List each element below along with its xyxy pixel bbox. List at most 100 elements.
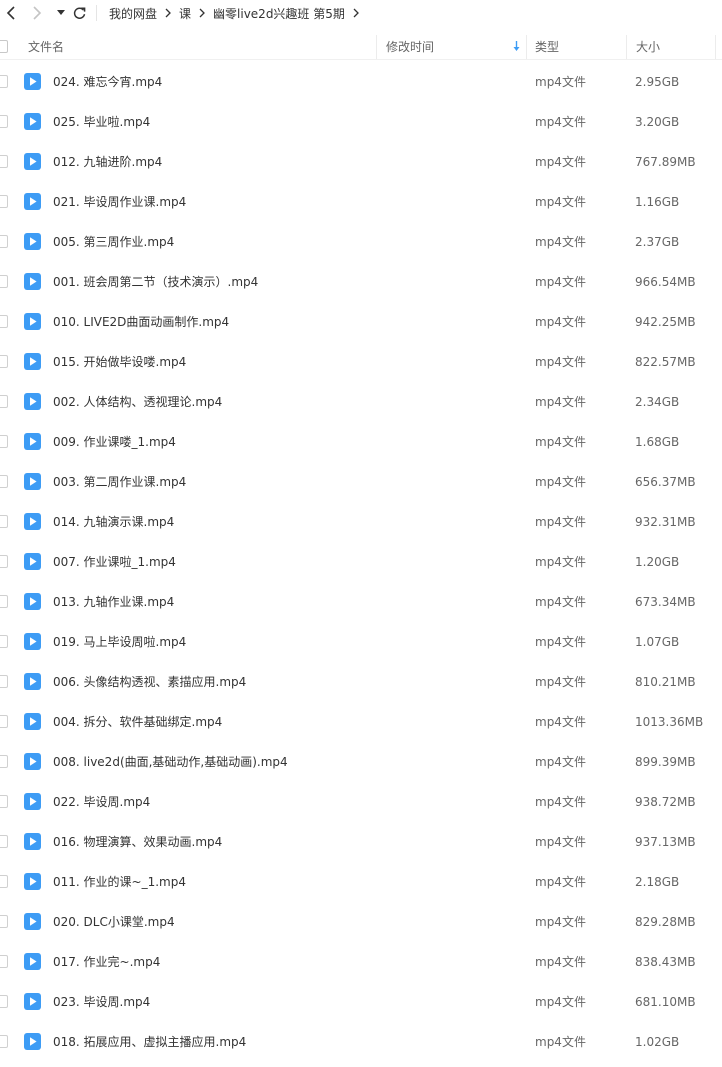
file-row[interactable]: 021. 毕设周作业课.mp4 mp4文件 1.16GB xyxy=(0,182,722,222)
file-name[interactable]: 011. 作业的课~_1.mp4 xyxy=(53,862,186,902)
file-row[interactable]: 022. 毕设周.mp4 mp4文件 938.72MB xyxy=(0,782,722,822)
file-row[interactable]: 013. 九轴作业课.mp4 mp4文件 673.34MB xyxy=(0,582,722,622)
file-row[interactable]: 012. 九轴进阶.mp4 mp4文件 767.89MB xyxy=(0,142,722,182)
row-checkbox[interactable] xyxy=(0,115,8,128)
file-row[interactable]: 023. 毕设周.mp4 mp4文件 681.10MB xyxy=(0,982,722,1022)
file-row[interactable]: 009. 作业课喽_1.mp4 mp4文件 1.68GB xyxy=(0,422,722,462)
column-header-mtime[interactable]: 修改时间 xyxy=(376,35,526,59)
row-checkbox[interactable] xyxy=(0,355,8,368)
row-checkbox[interactable] xyxy=(0,275,8,288)
video-file-icon xyxy=(24,1033,41,1050)
file-name[interactable]: 004. 拆分、软件基础绑定.mp4 xyxy=(53,702,222,742)
column-header-size[interactable]: 大小 xyxy=(626,35,716,59)
file-row[interactable]: 019. 马上毕设周啦.mp4 mp4文件 1.07GB xyxy=(0,622,722,662)
file-name[interactable]: 016. 物理演算、效果动画.mp4 xyxy=(53,822,222,862)
column-header-type[interactable]: 类型 xyxy=(526,35,626,59)
file-row[interactable]: 010. LIVE2D曲面动画制作.mp4 mp4文件 942.25MB xyxy=(0,302,722,342)
row-checkbox[interactable] xyxy=(0,195,8,208)
row-checkbox[interactable] xyxy=(0,395,8,408)
chevron-right-icon xyxy=(33,6,42,20)
row-checkbox[interactable] xyxy=(0,435,8,448)
file-row[interactable]: 024. 难忘今宵.mp4 mp4文件 2.95GB xyxy=(0,62,722,102)
file-name[interactable]: 002. 人体结构、透视理论.mp4 xyxy=(53,382,222,422)
row-checkbox[interactable] xyxy=(0,635,8,648)
file-size: 673.34MB xyxy=(635,595,696,609)
file-row[interactable]: 020. DLC小课堂.mp4 mp4文件 829.28MB xyxy=(0,902,722,942)
file-row[interactable]: 005. 第三周作业.mp4 mp4文件 2.37GB xyxy=(0,222,722,262)
file-name[interactable]: 021. 毕设周作业课.mp4 xyxy=(53,182,186,222)
back-button[interactable] xyxy=(0,0,22,26)
file-row[interactable]: 018. 拓展应用、虚拟主播应用.mp4 mp4文件 1.02GB xyxy=(0,1022,722,1062)
file-row[interactable]: 001. 班会周第二节（技术演示）.mp4 mp4文件 966.54MB xyxy=(0,262,722,302)
video-file-icon xyxy=(24,473,41,490)
file-type: mp4文件 xyxy=(535,595,586,609)
file-name[interactable]: 012. 九轴进阶.mp4 xyxy=(53,142,162,182)
file-name[interactable]: 025. 毕业啦.mp4 xyxy=(53,102,150,142)
select-all-checkbox[interactable] xyxy=(0,40,8,53)
file-name[interactable]: 014. 九轴演示课.mp4 xyxy=(53,502,174,542)
file-row[interactable]: 015. 开始做毕设喽.mp4 mp4文件 822.57MB xyxy=(0,342,722,382)
file-type: mp4文件 xyxy=(535,755,586,769)
refresh-button[interactable] xyxy=(70,0,88,26)
file-name[interactable]: 009. 作业课喽_1.mp4 xyxy=(53,422,176,462)
breadcrumb-item[interactable]: 幽零live2d兴趣班 第5期 xyxy=(213,5,345,22)
file-name[interactable]: 013. 九轴作业课.mp4 xyxy=(53,582,174,622)
row-checkbox[interactable] xyxy=(0,835,8,848)
file-name[interactable]: 015. 开始做毕设喽.mp4 xyxy=(53,342,186,382)
row-checkbox[interactable] xyxy=(0,235,8,248)
file-row[interactable]: 004. 拆分、软件基础绑定.mp4 mp4文件 1013.36MB xyxy=(0,702,722,742)
file-name[interactable]: 022. 毕设周.mp4 xyxy=(53,782,150,822)
row-checkbox[interactable] xyxy=(0,995,8,1008)
file-name[interactable]: 019. 马上毕设周啦.mp4 xyxy=(53,622,186,662)
row-checkbox[interactable] xyxy=(0,155,8,168)
row-checkbox[interactable] xyxy=(0,675,8,688)
file-name[interactable]: 005. 第三周作业.mp4 xyxy=(53,222,174,262)
file-row[interactable]: 003. 第二周作业课.mp4 mp4文件 656.37MB xyxy=(0,462,722,502)
row-checkbox[interactable] xyxy=(0,515,8,528)
row-checkbox[interactable] xyxy=(0,555,8,568)
file-row[interactable]: 002. 人体结构、透视理论.mp4 mp4文件 2.34GB xyxy=(0,382,722,422)
row-checkbox[interactable] xyxy=(0,955,8,968)
file-name[interactable]: 020. DLC小课堂.mp4 xyxy=(53,902,175,942)
history-dropdown-button[interactable] xyxy=(54,0,68,26)
file-row[interactable]: 011. 作业的课~_1.mp4 mp4文件 2.18GB xyxy=(0,862,722,902)
row-checkbox[interactable] xyxy=(0,715,8,728)
row-checkbox[interactable] xyxy=(0,1035,8,1048)
file-row[interactable]: 025. 毕业啦.mp4 mp4文件 3.20GB xyxy=(0,102,722,142)
video-file-icon xyxy=(24,713,41,730)
file-name[interactable]: 001. 班会周第二节（技术演示）.mp4 xyxy=(53,262,258,302)
row-checkbox[interactable] xyxy=(0,795,8,808)
file-size: 3.20GB xyxy=(635,115,680,129)
file-row[interactable]: 016. 物理演算、效果动画.mp4 mp4文件 937.13MB xyxy=(0,822,722,862)
video-file-icon xyxy=(24,73,41,90)
breadcrumb: 我的网盘 课 幽零live2d兴趣班 第5期 xyxy=(109,5,367,22)
file-name[interactable]: 017. 作业完~.mp4 xyxy=(53,942,160,982)
file-name[interactable]: 024. 难忘今宵.mp4 xyxy=(53,62,162,102)
file-row[interactable]: 014. 九轴演示课.mp4 mp4文件 932.31MB xyxy=(0,502,722,542)
file-name[interactable]: 023. 毕设周.mp4 xyxy=(53,982,150,1022)
file-name[interactable]: 008. live2d(曲面,基础动作,基础动画).mp4 xyxy=(53,742,288,782)
file-name[interactable]: 007. 作业课啦_1.mp4 xyxy=(53,542,176,582)
file-row[interactable]: 007. 作业课啦_1.mp4 mp4文件 1.20GB xyxy=(0,542,722,582)
row-checkbox[interactable] xyxy=(0,595,8,608)
row-checkbox[interactable] xyxy=(0,915,8,928)
row-checkbox[interactable] xyxy=(0,75,8,88)
column-header-name[interactable]: 文件名 xyxy=(28,35,376,59)
breadcrumb-item[interactable]: 我的网盘 xyxy=(109,5,157,22)
file-type: mp4文件 xyxy=(535,995,586,1009)
file-name[interactable]: 010. LIVE2D曲面动画制作.mp4 xyxy=(53,302,229,342)
file-row[interactable]: 017. 作业完~.mp4 mp4文件 838.43MB xyxy=(0,942,722,982)
file-row[interactable]: 006. 头像结构透视、素描应用.mp4 mp4文件 810.21MB xyxy=(0,662,722,702)
forward-button[interactable] xyxy=(26,0,48,26)
file-name[interactable]: 018. 拓展应用、虚拟主播应用.mp4 xyxy=(53,1022,246,1062)
row-checkbox[interactable] xyxy=(0,475,8,488)
row-checkbox[interactable] xyxy=(0,755,8,768)
breadcrumb-item[interactable]: 课 xyxy=(179,5,191,22)
chevron-right-icon xyxy=(353,8,359,18)
row-checkbox[interactable] xyxy=(0,315,8,328)
file-name[interactable]: 006. 头像结构透视、素描应用.mp4 xyxy=(53,662,246,702)
file-type: mp4文件 xyxy=(535,955,586,969)
file-name[interactable]: 003. 第二周作业课.mp4 xyxy=(53,462,186,502)
file-row[interactable]: 008. live2d(曲面,基础动作,基础动画).mp4 mp4文件 899.… xyxy=(0,742,722,782)
row-checkbox[interactable] xyxy=(0,875,8,888)
